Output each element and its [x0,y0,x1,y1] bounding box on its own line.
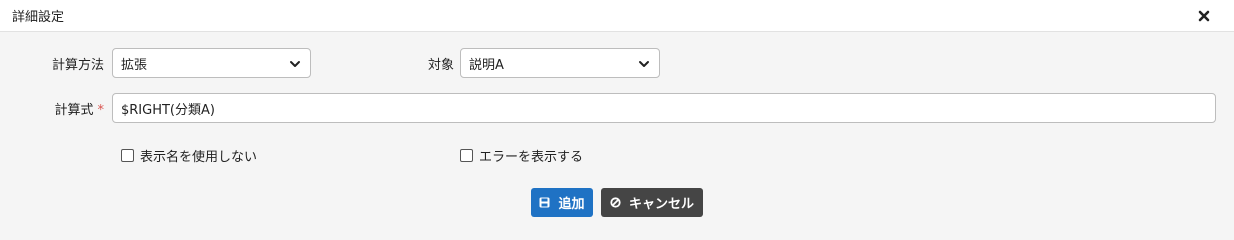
formula-label: 計算式 [54,102,94,118]
required-mark: * [97,102,105,118]
formula-label-wrap: 計算式 * [0,99,112,118]
add-button[interactable]: 追加 [531,188,593,217]
detail-settings-dialog: 詳細設定 計算方法 拡張 対象 説明A 計算式 * $RIGHT(分類A) 表示… [0,0,1234,233]
calc-method-label: 計算方法 [51,57,104,73]
calc-method-select[interactable]: 拡張 [112,48,311,78]
target-value: 説明A [469,57,504,73]
hide-display-name-checkbox[interactable] [121,149,134,162]
target-select[interactable]: 説明A [460,48,660,78]
chevron-down-icon [639,61,649,67]
cancel-button-label: キャンセル [628,196,694,211]
calc-method-value: 拡張 [121,57,148,73]
dialog-titlebar: 詳細設定 [0,0,1234,32]
hide-display-name-label: 表示名を使用しない [140,150,258,165]
ban-icon [610,197,621,208]
hide-display-name-option[interactable]: 表示名を使用しない [121,146,257,165]
target-label: 対象 [427,57,454,73]
show-errors-checkbox[interactable] [460,149,473,162]
formula-input[interactable]: $RIGHT(分類A) [112,93,1216,123]
chevron-down-icon [290,61,300,67]
dialog-title: 詳細設定 [12,10,65,25]
add-button-label: 追加 [558,196,585,211]
cancel-button[interactable]: キャンセル [601,188,703,217]
show-errors-label: エラーを表示する [479,150,584,165]
show-errors-option[interactable]: エラーを表示する [460,146,583,165]
close-icon[interactable] [1196,8,1212,24]
formula-value: $RIGHT(分類A) [121,102,215,118]
save-icon [539,197,550,208]
